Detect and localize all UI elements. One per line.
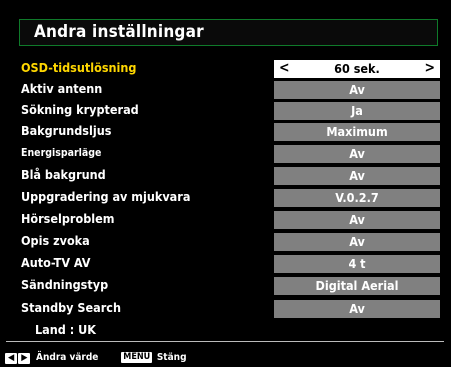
- setting-value-box[interactable]: V.0.2.7: [274, 189, 440, 207]
- setting-value: Maximum: [326, 124, 388, 139]
- setting-label: Sökning krypterad: [21, 102, 139, 117]
- setting-label: Bakgrundsljus: [21, 123, 112, 138]
- change-value-hint: Ändra värde: [36, 352, 99, 363]
- setting-row-blue-background[interactable]: Blå bakgrund Av: [0, 166, 451, 186]
- setting-label: Hörselproblem: [21, 211, 115, 226]
- setting-value: Av: [349, 146, 365, 161]
- setting-row-hearing-impaired[interactable]: Hörselproblem Av: [0, 210, 451, 230]
- page-title: Andra inställningar: [34, 22, 204, 42]
- setting-label: Blå bakgrund: [21, 167, 106, 182]
- menu-key-icon: MENU: [121, 352, 153, 363]
- setting-value-box[interactable]: 4 t: [274, 255, 440, 273]
- setting-value-box[interactable]: Av: [274, 211, 440, 229]
- setting-label: Sändningstyp: [21, 277, 109, 292]
- setting-label: Auto-TV AV: [21, 255, 91, 270]
- setting-value-box[interactable]: Av: [274, 300, 440, 318]
- setting-value: Av: [349, 82, 365, 97]
- setting-label: Uppgradering av mjukvara: [21, 189, 191, 204]
- setting-value: Ja: [351, 103, 363, 118]
- left-arrow-key-icon: ◀: [5, 353, 18, 364]
- setting-row-auto-tv-off[interactable]: Auto-TV AV 4 t: [0, 254, 451, 274]
- setting-label: OSD-tidsutlösning: [21, 60, 137, 75]
- setting-value: 4 t: [348, 256, 366, 271]
- footer-divider: [6, 341, 444, 342]
- right-arrow-key-icon: ▶: [18, 353, 31, 364]
- setting-value-box[interactable]: Av: [274, 167, 440, 185]
- arrow-right-icon[interactable]: >: [424, 60, 435, 76]
- setting-value: Digital Aerial: [315, 278, 399, 293]
- setting-value-box[interactable]: Maximum: [274, 123, 440, 141]
- footer-hints: ◀ ▶ Ändra värde MENU Stäng: [5, 347, 187, 364]
- setting-value: 60 sek.: [334, 61, 380, 76]
- setting-value-box[interactable]: Av: [274, 233, 440, 251]
- setting-row-scan-encrypted[interactable]: Sökning krypterad Ja: [0, 101, 451, 121]
- setting-label: Aktiv antenn: [21, 81, 103, 96]
- setting-row-osd-timeout[interactable]: OSD-tidsutlösning < 60 sek. >: [0, 59, 451, 79]
- setting-row-backlight[interactable]: Bakgrundsljus Maximum: [0, 122, 451, 142]
- setting-value-selector[interactable]: < 60 sek. >: [274, 60, 440, 78]
- setting-value-box[interactable]: Digital Aerial: [274, 277, 440, 295]
- setting-label: Opis zvoka: [21, 233, 90, 248]
- setting-label: Energisparläge: [21, 147, 102, 159]
- close-hint: Stäng: [156, 352, 187, 363]
- setting-value: Av: [349, 168, 365, 183]
- setting-row-broadcast-type[interactable]: Sändningstyp Digital Aerial: [0, 276, 451, 296]
- setting-value: Av: [349, 212, 365, 227]
- country-label: Land : UK: [35, 322, 96, 337]
- setting-label: Standby Search: [21, 300, 121, 315]
- title-bar: Andra inställningar: [19, 19, 438, 46]
- setting-value-box[interactable]: Av: [274, 81, 440, 99]
- setting-value-box[interactable]: Av: [274, 145, 440, 163]
- setting-row-software-upgrade[interactable]: Uppgradering av mjukvara V.0.2.7: [0, 188, 451, 208]
- setting-value-box[interactable]: Ja: [274, 102, 440, 120]
- setting-row-power-save[interactable]: Energisparläge Av: [0, 144, 451, 164]
- setting-value: Av: [349, 234, 365, 249]
- setting-value: V.0.2.7: [335, 190, 379, 205]
- arrow-keys-hint: ◀ ▶: [5, 348, 31, 367]
- settings-screen: Andra inställningar OSD-tidsutlösning < …: [0, 0, 451, 367]
- setting-row-standby-search[interactable]: Standby Search Av: [0, 299, 451, 319]
- setting-row-active-antenna[interactable]: Aktiv antenn Av: [0, 80, 451, 100]
- setting-row-audio-description[interactable]: Opis zvoka Av: [0, 232, 451, 252]
- setting-value: Av: [349, 301, 365, 316]
